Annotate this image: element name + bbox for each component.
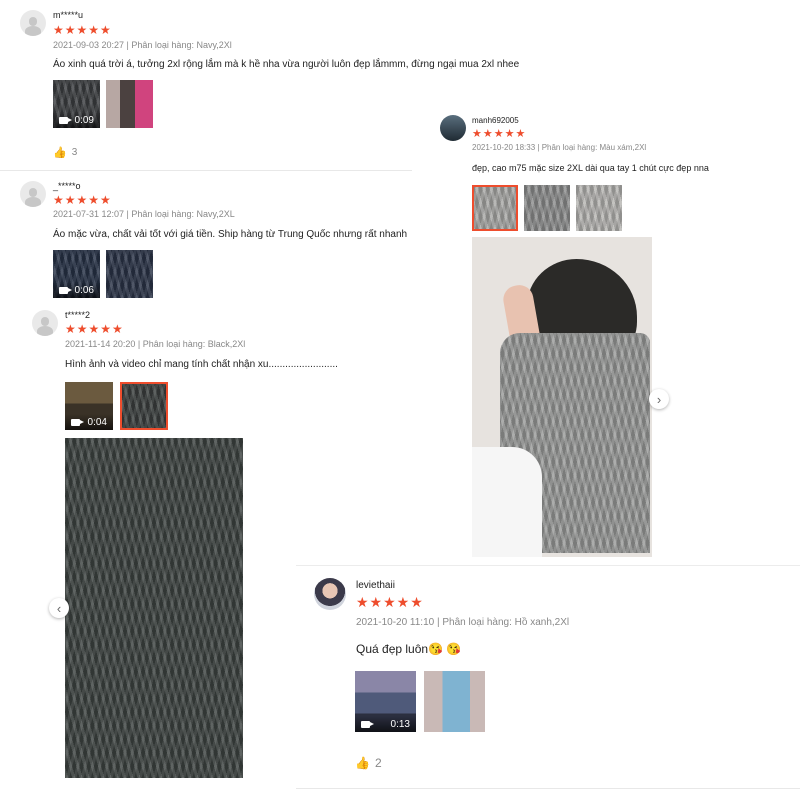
review-image-thumbnail[interactable] [106,80,153,128]
review-card: manh692005 ★★★★★ 2021-10-20 18:33 | Phân… [430,105,709,565]
star-rating: ★★★★★ [53,23,112,37]
review-image-preview [65,438,243,778]
review-meta: 2021-11-14 20:20 | Phân loại hàng: Black… [65,339,246,349]
review-username: leviethaii [356,580,395,591]
video-duration: 0:06 [74,284,94,296]
review-content: Áo xinh quá trời á, tưởng 2xl rộng lắm m… [53,59,520,70]
review-meta: 2021-10-20 11:10 | Phân loại hàng: Hồ xa… [356,617,570,628]
video-duration: 0:13 [390,718,410,730]
review-video-thumbnail[interactable]: 0:06 [53,250,100,298]
video-duration: 0:09 [74,114,94,126]
video-camera-icon [361,720,374,728]
review-image-thumbnail[interactable] [424,671,485,732]
thumbs-up-icon: 👍 [53,147,67,159]
star-rating: ★★★★★ [65,322,124,336]
review-card: m*****u ★★★★★ 2021-09-03 20:27 | Phân lo… [0,0,519,172]
avatar [32,310,58,336]
video-camera-icon [59,116,72,124]
review-username: _*****o [53,181,81,191]
review-content: Áo mặc vừa, chất vải tốt với giá tiền. S… [53,229,408,240]
review-meta: 2021-09-03 20:27 | Phân loại hàng: Navy,… [53,40,232,50]
divider [0,170,412,171]
review-meta: 2021-07-31 12:07 | Phân loại hàng: Navy,… [53,209,235,219]
star-rating: ★★★★★ [356,594,424,610]
review-meta: 2021-10-20 18:33 | Phân loại hàng: Màu x… [472,143,647,152]
avatar [314,578,346,610]
review-image-thumbnail[interactable] [106,250,153,298]
chevron-left-icon[interactable]: ‹ [49,598,69,618]
divider [296,788,800,789]
avatar [20,10,46,36]
review-image-preview [472,237,652,557]
like-button[interactable]: 👍 3 [53,146,77,159]
review-video-thumbnail[interactable]: 0:13 [355,671,416,732]
review-username: manh692005 [472,116,519,125]
review-content: Hình ảnh và video chỉ mang tính chất nhậ… [65,359,338,370]
avatar [440,115,466,141]
review-video-thumbnail[interactable]: 0:04 [65,382,113,430]
review-image-thumbnail[interactable] [524,185,570,231]
review-username: m*****u [53,10,84,20]
video-camera-icon [71,418,84,426]
like-button[interactable]: 👍 2 [355,756,382,770]
review-image-thumbnail[interactable] [472,185,518,231]
review-card: leviethaii ★★★★★ 2021-10-20 11:10 | Phân… [296,565,800,801]
review-content: đẹp, cao m75 mặc size 2XL dài qua tay 1 … [472,163,709,173]
review-image-thumbnail[interactable] [576,185,622,231]
avatar [20,181,46,207]
thumbs-up-icon: 👍 [355,756,370,770]
video-duration: 0:04 [87,416,107,428]
review-username: t*****2 [65,310,91,320]
review-content: Quá đẹp luôn😘 😘 [356,642,462,656]
like-count: 2 [374,756,382,770]
like-count: 3 [71,147,78,158]
video-camera-icon [59,286,72,294]
star-rating: ★★★★★ [472,128,527,140]
review-video-thumbnail[interactable]: 0:09 [53,80,100,128]
chevron-right-icon[interactable]: › [649,389,669,409]
star-rating: ★★★★★ [53,193,112,207]
review-card: _*****o ★★★★★ 2021-07-31 12:07 | Phân lo… [0,175,412,300]
review-image-thumbnail[interactable] [120,382,168,430]
